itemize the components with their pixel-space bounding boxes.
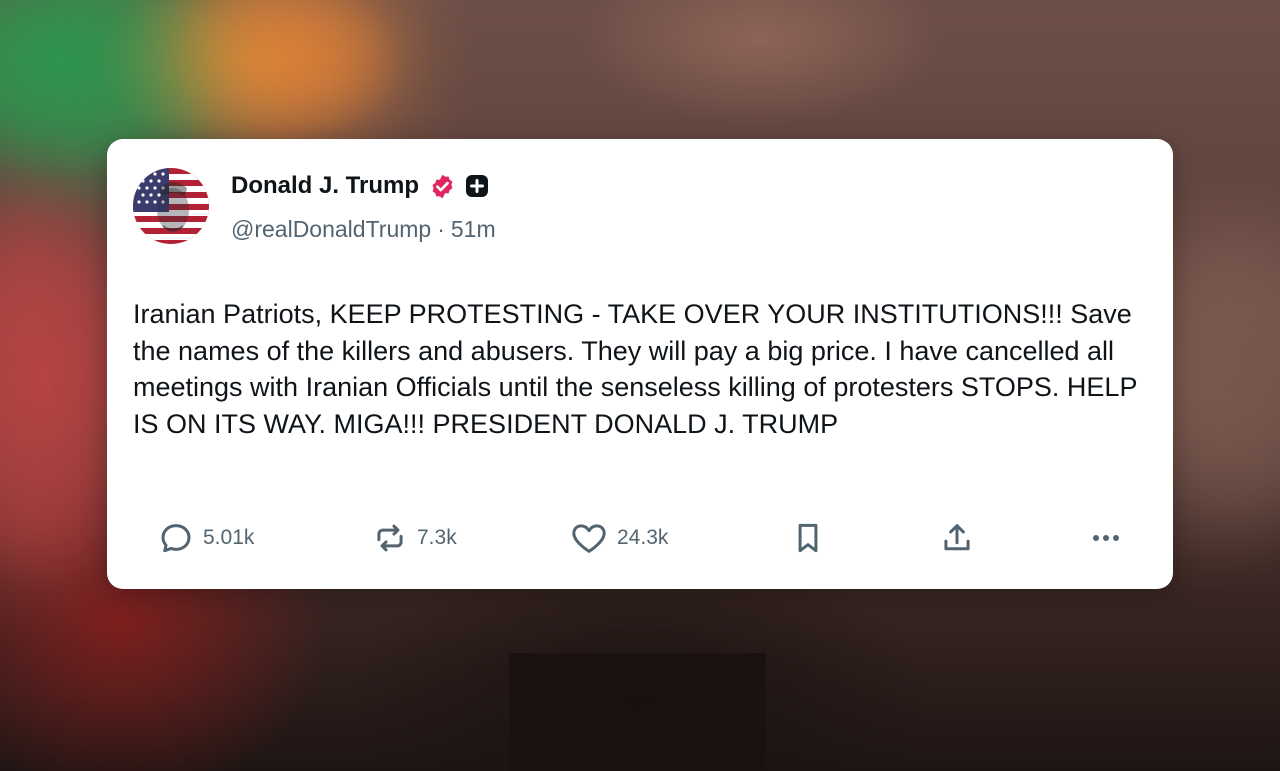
avatar[interactable] xyxy=(133,168,209,244)
post-body: Iranian Patriots, KEEP PROTESTING - TAKE… xyxy=(133,299,1137,439)
post-card[interactable]: Donald J. Trump @realDonaldTrump · 51m Ira… xyxy=(107,139,1173,589)
like-button[interactable]: 24.3k xyxy=(569,514,668,562)
action-bar: 5.01k 7.3k 24.3k xyxy=(107,514,1173,562)
verified-badge-icon xyxy=(432,174,453,198)
author-handle[interactable]: @realDonaldTrump xyxy=(231,216,431,242)
plus-badge-icon xyxy=(466,175,489,197)
reply-icon xyxy=(161,524,191,553)
more-button[interactable] xyxy=(1086,514,1126,562)
author-meta: @realDonaldTrump · 51m xyxy=(231,216,496,243)
bookmark-icon xyxy=(798,523,818,553)
author-name-row[interactable]: Donald J. Trump xyxy=(231,172,489,200)
reply-button[interactable]: 5.01k xyxy=(157,514,254,562)
bookmark-button[interactable] xyxy=(789,514,827,562)
repost-count: 7.3k xyxy=(417,526,457,549)
share-icon xyxy=(944,524,970,551)
avatar-image xyxy=(133,168,209,244)
heart-icon xyxy=(572,524,606,553)
reply-count: 5.01k xyxy=(203,526,255,549)
share-button[interactable] xyxy=(938,514,976,562)
author-display-name[interactable]: Donald J. Trump xyxy=(231,172,419,200)
meta-separator: · xyxy=(437,216,445,242)
like-count: 24.3k xyxy=(617,526,669,549)
post-timestamp[interactable]: 51m xyxy=(451,216,496,242)
background-dark-block xyxy=(509,653,766,771)
repost-button[interactable]: 7.3k xyxy=(371,514,457,562)
repost-icon xyxy=(377,524,403,552)
more-icon xyxy=(1093,535,1119,541)
